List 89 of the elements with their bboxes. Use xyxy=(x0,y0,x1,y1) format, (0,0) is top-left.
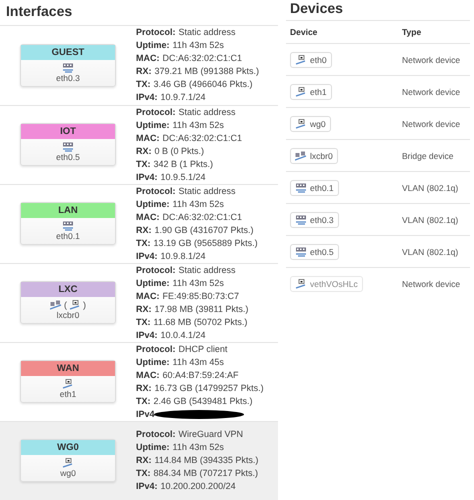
table-cell-text: Network device xyxy=(402,86,462,96)
status-line: IPv4: 10.9.5.1/24 xyxy=(136,170,207,184)
device-name: eth0.1 xyxy=(56,231,80,242)
table-cell-text: Network device xyxy=(402,278,462,288)
switch-icon xyxy=(62,221,74,232)
switch-icon xyxy=(295,214,307,224)
device-name: eth0.5 xyxy=(56,152,80,162)
device-name: eth0.3 xyxy=(56,72,80,83)
switch-icon xyxy=(295,182,307,192)
status-line: Uptime: 11h 43m 52s xyxy=(136,198,225,211)
status-line: IPv4: 10.9.7.1/24 xyxy=(136,91,207,104)
column-header: Device xyxy=(290,27,318,37)
status-line: TX: 11.68 MB (50702 Pkts.) xyxy=(136,316,248,329)
status-line: MAC: FE:49:85:B0:73:C7 xyxy=(136,290,240,303)
status-line: MAC: DC:A6:32:02:C1:C1 xyxy=(136,52,244,66)
device-name: lxcbr0 xyxy=(56,310,80,320)
interface-badge[interactable]: LAN eth0.1 xyxy=(20,202,116,246)
section-title: Devices xyxy=(290,0,344,18)
table-cell-text: Network device xyxy=(402,54,462,64)
status-line: MAC: DC:A6:32:02:C1:C1 xyxy=(136,210,244,224)
device-chip[interactable]: eth0.3 xyxy=(290,212,339,228)
switch-icon xyxy=(62,142,74,152)
status-line: Uptime: 11h 43m 52s xyxy=(136,441,225,454)
device-chip[interactable]: eth0.5 xyxy=(290,244,339,260)
device-chip[interactable]: wg0 xyxy=(290,116,331,132)
bridge-icon xyxy=(50,300,62,310)
status-line: TX: 13.19 GB (9565889 Pkts.) xyxy=(136,236,258,250)
network-port-icon xyxy=(295,86,307,96)
device-chip[interactable]: lxcbr0 xyxy=(290,148,338,164)
interface-badge[interactable]: WG0 wg0 xyxy=(20,439,116,482)
table-cell-text: Network device xyxy=(402,118,462,128)
network-port-icon xyxy=(69,300,81,310)
device-name: wg0 xyxy=(60,468,76,478)
device-chip[interactable]: eth1 xyxy=(290,84,332,100)
status-line: RX: 1.90 GB (4316707 Pkts.) xyxy=(136,224,255,237)
status-line: TX: 3.46 GB (4966046 Pkts.) xyxy=(136,78,254,92)
network-port-icon xyxy=(295,118,307,128)
status-line: Uptime: 11h 43m 52s xyxy=(136,118,225,132)
bracket: ) xyxy=(83,300,86,310)
interface-name: LXC xyxy=(21,282,115,298)
interface-name: WAN xyxy=(21,361,115,376)
status-line: RX: 17.98 MB (39811 Pkts.) xyxy=(136,302,248,316)
status-line: Protocol: Static address xyxy=(136,106,237,119)
interface-name: LAN xyxy=(21,203,115,218)
status-line: Protocol: Static address xyxy=(136,26,237,40)
bridge-icon xyxy=(295,150,307,160)
section-title: Interfaces xyxy=(6,2,74,21)
status-line: RX: 16.73 GB (14799257 Pkts.) xyxy=(136,382,264,395)
interface-name: WG0 xyxy=(21,440,115,456)
switch-icon xyxy=(295,246,307,256)
status-line: TX: 2.46 GB (5439481 Pkts.) xyxy=(136,394,254,408)
device-chip[interactable]: eth0 xyxy=(290,52,332,68)
bracket: ( xyxy=(64,300,67,310)
status-line: Protocol: Static address xyxy=(136,184,237,198)
table-cell-text: VLAN (802.1q) xyxy=(402,246,460,256)
status-line: Protocol: WireGuard VPN xyxy=(136,428,244,442)
network-port-icon xyxy=(295,278,307,288)
status-line: TX: 884.34 MB (707217 Pkts.) xyxy=(136,467,258,480)
table-cell-text: Bridge device xyxy=(402,150,455,160)
status-line: Uptime: 11h 43m 45s xyxy=(136,356,225,369)
status-line: RX: 114.84 MB (394335 Pkts.) xyxy=(136,454,258,468)
interface-name: IOT xyxy=(21,124,115,140)
device-name: eth1 xyxy=(60,389,76,400)
table-cell-text: VLAN (802.1q) xyxy=(402,182,460,192)
interface-badge[interactable]: LXC ( ) lxcbr0 xyxy=(20,281,116,324)
status-line: MAC: DC:A6:32:02:C1:C1 xyxy=(136,132,242,145)
status-line: Protocol: Static address xyxy=(136,264,237,277)
status-line: Uptime: 11h 43m 52s xyxy=(136,39,225,52)
interface-badge[interactable]: GUEST eth0.3 xyxy=(20,44,116,87)
status-line: IPv4 xyxy=(136,408,264,421)
status-line: MAC: 60:A4:B7:59:24:AF xyxy=(136,368,240,382)
status-line: IPv4: 10.0.4.1/24 xyxy=(136,328,207,342)
interface-badge[interactable]: WAN eth1 xyxy=(20,360,116,404)
switch-icon xyxy=(62,62,74,73)
network-port-icon xyxy=(62,379,74,390)
column-header: Type xyxy=(402,27,422,37)
network-port-icon xyxy=(295,54,307,64)
table-cell-text: VLAN (802.1q) xyxy=(402,214,460,224)
status-line: RX: 379.21 MB (991388 Pkts.) xyxy=(136,65,260,78)
network-port-icon xyxy=(62,458,74,468)
status-line: IPv4: 10.9.8.1/24 xyxy=(136,250,207,263)
status-line: TX: 342 B (1 Pkts.) xyxy=(136,158,214,171)
device-chip[interactable]: eth0.1 xyxy=(290,180,339,196)
status-line: RX: 0 B (0 Pkts.) xyxy=(136,144,206,158)
status-line: Uptime: 11h 43m 52s xyxy=(136,276,225,290)
interface-badge[interactable]: IOT eth0.5 xyxy=(20,123,116,166)
status-line: Protocol: DHCP client xyxy=(136,342,228,356)
status-line: IPv4: 10.200.200.200/24 xyxy=(136,480,237,494)
interface-name: GUEST xyxy=(21,44,115,60)
